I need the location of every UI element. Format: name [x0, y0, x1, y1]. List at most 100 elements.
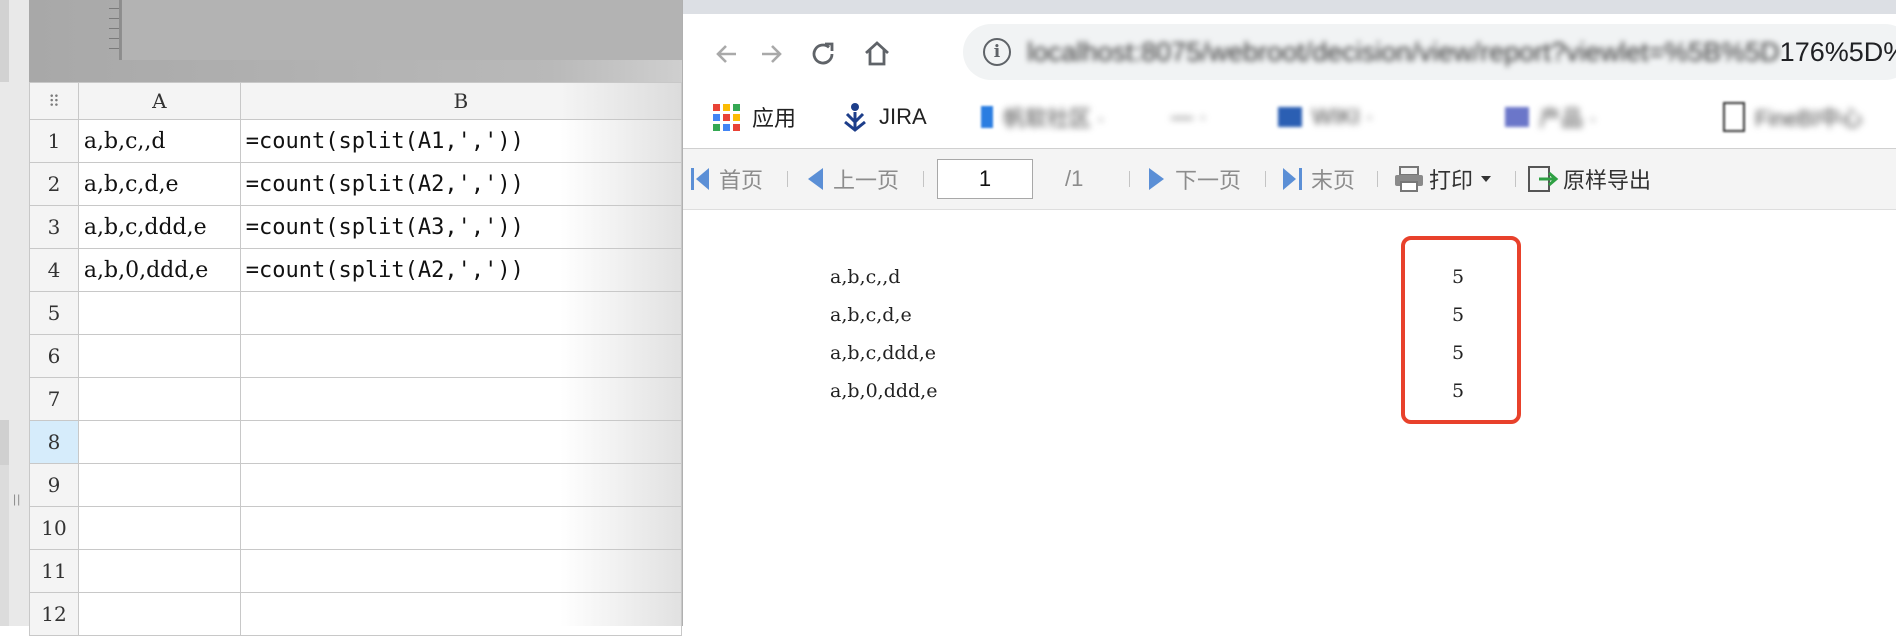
column-header-b[interactable]: B: [239, 82, 683, 120]
row-header[interactable]: 11: [29, 549, 79, 593]
bookmark-label: 应用: [752, 106, 797, 131]
row-header[interactable]: 2: [29, 162, 79, 206]
cell-b6[interactable]: [239, 334, 683, 378]
site-info-icon[interactable]: i: [983, 38, 1011, 66]
report-text-cell: a,b,c,,d: [830, 266, 901, 288]
row-header[interactable]: 5: [29, 291, 79, 335]
report-toolbar: 首页 上一页 1 /1 下一页 末页 打印 原样导出: [683, 149, 1896, 210]
cell-b3[interactable]: =count(split(A3,',')): [239, 205, 683, 249]
toolbar-divider: [787, 171, 788, 187]
cell-b9[interactable]: [239, 463, 683, 507]
bookmark-label: JIRA: [879, 104, 927, 129]
row-header[interactable]: 1: [29, 119, 79, 163]
tab-strip: [683, 0, 1896, 14]
cell-a8[interactable]: [77, 420, 241, 464]
cell-a7[interactable]: [77, 377, 241, 421]
row-header[interactable]: 12: [29, 592, 79, 636]
cell-b7[interactable]: [239, 377, 683, 421]
row-header[interactable]: 3: [29, 205, 79, 249]
sheet-top-area: [29, 0, 683, 82]
bookmark-blurred[interactable]: FineBI中心: [1723, 100, 1863, 134]
cell-b8[interactable]: [239, 420, 683, 464]
column-header-a[interactable]: A: [77, 82, 241, 120]
sheet-table: ⠿ A B 1 a,b,c,,d =count(split(A1,',')) 2…: [29, 82, 683, 636]
address-bar[interactable]: i localhost:8075/webroot/decision/view/r…: [963, 24, 1896, 80]
cell-a11[interactable]: [77, 549, 241, 593]
bookmark-favicon-icon: [1278, 107, 1302, 127]
print-button[interactable]: 打印: [1393, 163, 1493, 195]
prev-page-button[interactable]: 上一页: [805, 163, 899, 195]
toolbar-divider: [1377, 171, 1378, 187]
cell-a4[interactable]: a,b,0,ddd,e: [77, 248, 241, 292]
export-icon: [1528, 166, 1559, 192]
select-all-corner-icon[interactable]: ⠿: [29, 82, 79, 120]
page-total: /1: [1065, 163, 1083, 195]
printer-icon: [1395, 166, 1423, 192]
cell-b2[interactable]: =count(split(A2,',')): [239, 162, 683, 206]
reload-icon[interactable]: [803, 34, 843, 74]
next-page-label: 下一页: [1175, 168, 1242, 193]
row-header-selected[interactable]: 8: [29, 420, 79, 464]
red-highlight-annotation: [1401, 236, 1521, 424]
cell-b4[interactable]: =count(split(A2,',')): [239, 248, 683, 292]
export-label: 原样导出: [1563, 168, 1652, 193]
bookmark-blurred[interactable]: 帆软社区 ·: [981, 100, 1104, 134]
cell-b1[interactable]: =count(split(A1,',')): [239, 119, 683, 163]
chevron-down-icon: [1481, 176, 1492, 182]
bookmark-jira[interactable]: JIRA: [841, 100, 927, 134]
apps-grid-icon: [713, 103, 740, 131]
report-text-cell: a,b,c,ddd,e: [830, 342, 937, 364]
next-page-button[interactable]: 下一页: [1147, 163, 1241, 195]
cell-b12[interactable]: [239, 592, 683, 636]
resize-grip-icon[interactable]: ||: [13, 492, 21, 506]
cell-b10[interactable]: [239, 506, 683, 550]
vertical-ruler: [89, 0, 121, 60]
first-page-button[interactable]: 首页: [689, 163, 763, 195]
bookmark-favicon-icon: [981, 106, 993, 128]
cell-b5[interactable]: [239, 291, 683, 335]
bookmark-blurred[interactable]: — ·: [1171, 100, 1206, 134]
page-total-label: /1: [1065, 166, 1084, 191]
first-page-label: 首页: [719, 168, 764, 193]
spreadsheet-grid[interactable]: ⠿ A B 1 a,b,c,,d =count(split(A1,',')) 2…: [29, 82, 683, 636]
bookmark-blurred[interactable]: WIKI ·: [1278, 100, 1373, 134]
cell-a5[interactable]: [77, 291, 241, 335]
page-number-input[interactable]: 1: [937, 159, 1033, 199]
cell-a2[interactable]: a,b,c,d,e: [77, 162, 241, 206]
browser-toolbar: i localhost:8075/webroot/decision/view/r…: [683, 14, 1896, 88]
first-page-icon: [691, 168, 709, 190]
toolbar-divider: [1515, 171, 1516, 187]
row-header[interactable]: 9: [29, 463, 79, 507]
side-panel-block: [0, 420, 9, 465]
url-tail: 176%5D%: [1779, 37, 1896, 67]
cell-a12[interactable]: [77, 592, 241, 636]
cell-a3[interactable]: a,b,c,ddd,e: [77, 205, 241, 249]
cell-a6[interactable]: [77, 334, 241, 378]
toolbar-divider: [1265, 171, 1266, 187]
row-header[interactable]: 10: [29, 506, 79, 550]
row-header[interactable]: 6: [29, 334, 79, 378]
toolbar-divider: [1129, 171, 1130, 187]
bookmark-label: 产品 ·: [1539, 106, 1597, 131]
row-header[interactable]: 4: [29, 248, 79, 292]
report-preview: a,b,c,,d 5 a,b,c,d,e 5 a,b,c,ddd,e 5 a,b…: [683, 210, 1896, 626]
back-arrow-icon[interactable]: [707, 34, 747, 74]
last-page-button[interactable]: 末页: [1281, 163, 1355, 195]
export-original-button[interactable]: 原样导出: [1527, 163, 1651, 195]
jira-icon: [844, 103, 866, 132]
next-page-icon: [1149, 168, 1164, 190]
forward-arrow-icon[interactable]: [751, 34, 791, 74]
side-panel-block: [0, 0, 9, 82]
bookmark-apps[interactable]: 应用: [713, 100, 796, 134]
row-header[interactable]: 7: [29, 377, 79, 421]
cell-b11[interactable]: [239, 549, 683, 593]
cell-a10[interactable]: [77, 506, 241, 550]
prev-page-icon: [808, 168, 823, 190]
url-text: localhost:8075/webroot/decision/view/rep…: [1027, 37, 1896, 68]
bookmark-blurred[interactable]: 产品 ·: [1505, 100, 1596, 134]
bookmark-label: FineBI中心: [1755, 106, 1863, 131]
home-icon[interactable]: [857, 34, 897, 74]
cell-a9[interactable]: [77, 463, 241, 507]
bookmark-label: — ·: [1171, 104, 1207, 129]
cell-a1[interactable]: a,b,c,,d: [77, 119, 241, 163]
